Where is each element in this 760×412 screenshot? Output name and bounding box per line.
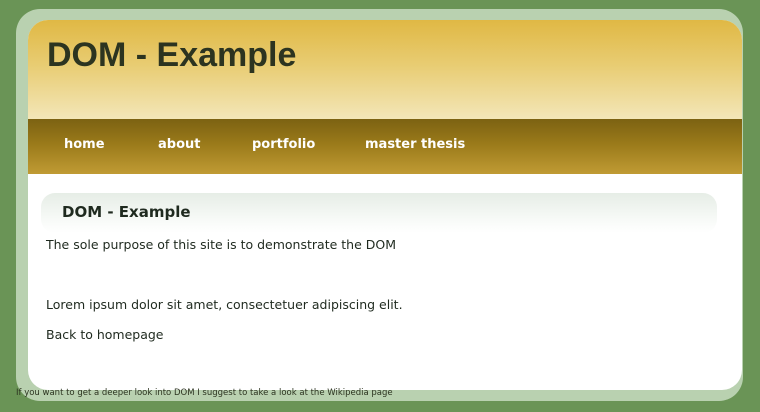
- page-container: DOM - Example home about portfolio maste…: [28, 20, 742, 390]
- site-title: DOM - Example: [47, 36, 297, 74]
- nav-item-portfolio[interactable]: portfolio: [252, 137, 315, 152]
- lorem-text: Lorem ipsum dolor sit amet, consectetuer…: [46, 297, 403, 312]
- footer-note: If you want to get a deeper look into DO…: [16, 388, 393, 398]
- nav-item-master-thesis[interactable]: master thesis: [365, 137, 465, 152]
- intro-text: The sole purpose of this site is to demo…: [46, 237, 396, 252]
- nav-item-about[interactable]: about: [158, 137, 200, 152]
- nav-item-home[interactable]: home: [64, 137, 105, 152]
- site-header: DOM - Example: [28, 20, 742, 119]
- content-heading-box: DOM - Example: [41, 193, 717, 233]
- content-heading: DOM - Example: [62, 203, 191, 221]
- main-nav: home about portfolio master thesis: [28, 119, 742, 174]
- back-to-homepage-link[interactable]: Back to homepage: [46, 327, 164, 342]
